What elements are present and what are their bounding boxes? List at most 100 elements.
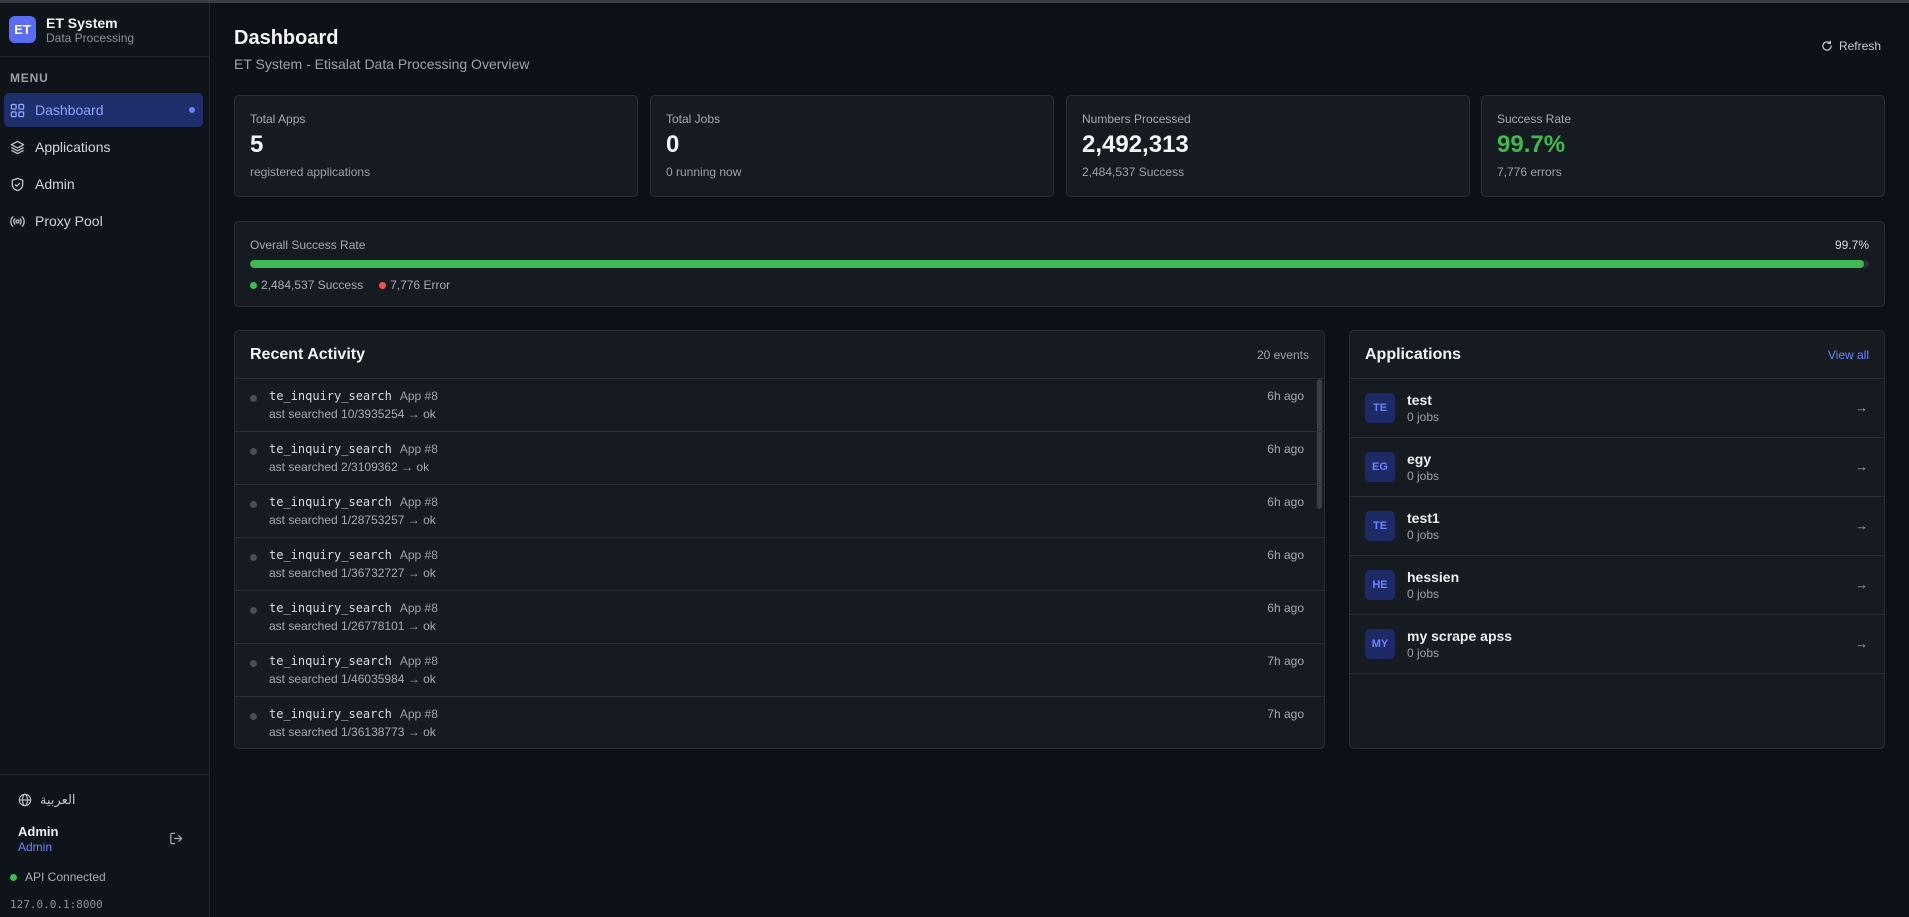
event-description: ast searched 1/28753257 → ok (269, 513, 436, 527)
applications-panel: Applications View all TE test 0 jobs → E… (1349, 330, 1885, 749)
sidebar-item-admin[interactable]: Admin (4, 167, 203, 201)
activity-list[interactable]: te_inquiry_search App #8 ast searched 10/… (235, 379, 1324, 748)
globe-icon (18, 793, 32, 807)
event-description: ast searched 1/36138773 → ok (269, 725, 436, 739)
menu-label: MENU (10, 71, 49, 85)
application-row-test[interactable]: TE test 0 jobs → (1350, 379, 1884, 438)
stat-label: Numbers Processed (1082, 112, 1191, 126)
event-time: 6h ago (1267, 601, 1304, 615)
event-dot (250, 501, 257, 508)
logout-icon[interactable] (169, 831, 184, 846)
list-item: te_inquiry_search App #8 ast searched 10/… (235, 379, 1324, 432)
refresh-icon (1822, 40, 1832, 51)
list-item: te_inquiry_search App #8 ast searched 1/4… (235, 644, 1324, 697)
layers-icon (10, 140, 25, 154)
app-jobs: 0 jobs (1407, 410, 1440, 424)
event-description: ast searched 2/3109362 → ok (269, 460, 430, 474)
app-name: egy (1407, 451, 1432, 467)
event-time: 7h ago (1267, 707, 1304, 721)
stat-value: 99.7% (1497, 131, 1566, 158)
success-progress-bar (250, 260, 1869, 268)
event-name: te_inquiry_search (269, 707, 392, 721)
app-jobs: 0 jobs (1407, 587, 1440, 601)
app-name: test (1407, 392, 1432, 408)
api-status: API Connected (0, 859, 210, 884)
arrow-right-icon: → (1855, 459, 1868, 474)
application-row-egy[interactable]: EG egy 0 jobs → (1350, 438, 1884, 497)
app-avatar: TE (1365, 511, 1395, 541)
sidebar-item-label: Applications (35, 139, 111, 155)
stat-card-numbers-processed: Numbers Processed 2,492,313 2,484,537 Su… (1066, 95, 1470, 197)
sidebar-item-proxy-pool[interactable]: Proxy Pool (4, 204, 203, 238)
app-avatar: HE (1365, 570, 1395, 600)
list-item: te_inquiry_search App #8 ast searched 1/2… (235, 485, 1324, 538)
stat-value: 0 (666, 131, 680, 158)
app-name: my scrape apss (1407, 628, 1513, 644)
event-dot (250, 607, 257, 614)
language-switcher[interactable]: العربية (0, 775, 210, 811)
stat-card-total-apps: Total Apps 5 registered applications (234, 95, 638, 197)
app-avatar: TE (1365, 393, 1395, 423)
arrow-right-icon: → (1855, 400, 1868, 415)
event-count: 20 events (1256, 347, 1309, 362)
application-row-my-scrape-apss[interactable]: MY my scrape apss 0 jobs → (1350, 615, 1884, 674)
main-content: Dashboard ET System - Etisalat Data Proc… (211, 3, 1909, 917)
event-name: te_inquiry_search (269, 548, 392, 562)
app-avatar: MY (1365, 629, 1395, 659)
event-name: te_inquiry_search (269, 601, 392, 615)
sidebar-item-label: Admin (35, 176, 75, 192)
language-label: العربية (40, 792, 76, 807)
active-indicator-dot (189, 107, 195, 113)
event-name: te_inquiry_search (269, 654, 392, 668)
app-avatar: EG (1365, 452, 1395, 482)
app-name: test1 (1407, 510, 1440, 526)
sidebar-item-label: Dashboard (35, 102, 104, 118)
event-app: App #8 (399, 548, 438, 562)
event-name: te_inquiry_search (269, 389, 392, 403)
app-jobs: 0 jobs (1407, 646, 1440, 660)
event-app: App #8 (399, 495, 438, 509)
api-status-label: API Connected (25, 870, 106, 884)
event-time: 6h ago (1267, 389, 1304, 403)
refresh-label: Refresh (1838, 39, 1881, 53)
event-app: App #8 (399, 601, 438, 615)
stat-label: Total Jobs (666, 112, 721, 126)
refresh-button[interactable]: Refresh (1821, 39, 1881, 53)
event-name: te_inquiry_search (269, 442, 392, 456)
event-time: 6h ago (1267, 548, 1304, 562)
event-app: App #8 (399, 707, 438, 721)
event-app: App #8 (399, 654, 438, 668)
legend-error-label: 7,776 Error (390, 278, 451, 292)
panel-title: Applications (1365, 345, 1462, 363)
sidebar-footer: العربية Admin Admin API Connected 127.0.… (0, 774, 210, 917)
overall-success-rate-card: Overall Success Rate 99.7% 2,484,537 Suc… (234, 221, 1885, 307)
list-item: te_inquiry_search App #8 ast searched 1/3… (235, 538, 1324, 591)
event-description: ast searched 1/26778101 → ok (269, 619, 436, 633)
brand-subtitle: Data Processing (46, 30, 135, 45)
page-header: Dashboard ET System - Etisalat Data Proc… (234, 27, 529, 72)
event-name: te_inquiry_search (269, 495, 392, 509)
list-item: te_inquiry_search App #8 ast searched 2/3… (235, 432, 1324, 485)
stat-card-success-rate: Success Rate 99.7% 7,776 errors (1481, 95, 1885, 197)
progress-legend: 2,484,537 Success 7,776 Error (250, 278, 1869, 292)
application-row-test1[interactable]: TE test1 0 jobs → (1350, 497, 1884, 556)
arrow-right-icon: → (1855, 518, 1868, 533)
list-item: te_inquiry_search App #8 ast searched 1/3… (235, 697, 1324, 748)
event-dot (250, 713, 257, 720)
application-row-hessien[interactable]: HE hessien 0 jobs → (1350, 556, 1884, 615)
recent-activity-panel: Recent Activity 20 events te_inquiry_sea… (234, 330, 1325, 749)
event-app: App #8 (399, 389, 438, 403)
view-all-link[interactable]: View all (1828, 348, 1869, 362)
page-title: Dashboard (234, 27, 339, 49)
sidebar-item-dashboard[interactable]: Dashboard (4, 93, 203, 127)
event-dot (250, 554, 257, 561)
stat-note: 7,776 errors (1497, 165, 1562, 179)
sidebar-item-applications[interactable]: Applications (4, 130, 203, 164)
stat-card-total-jobs: Total Jobs 0 0 running now (650, 95, 1054, 197)
shield-icon (11, 177, 24, 191)
stat-note: 2,484,537 Success (1082, 165, 1185, 179)
arrow-right-icon: → (1855, 636, 1868, 651)
event-time: 6h ago (1267, 442, 1304, 456)
success-dot (250, 281, 257, 289)
radio-icon (10, 215, 25, 227)
